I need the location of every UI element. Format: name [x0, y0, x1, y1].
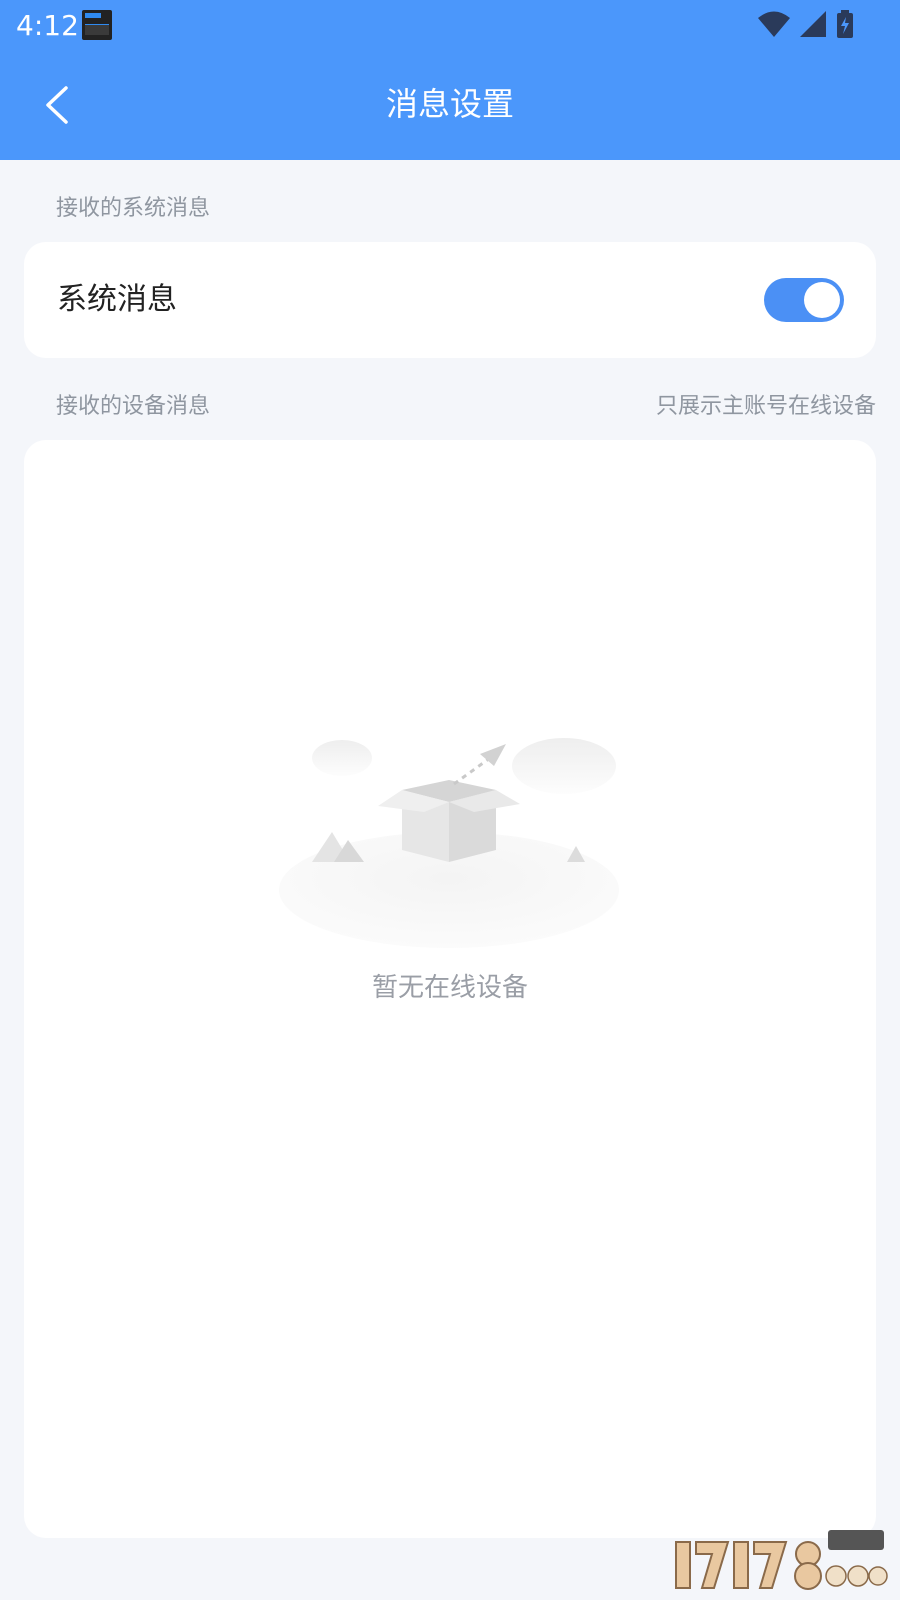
system-message-toggle[interactable]: [764, 278, 844, 322]
status-icons: [758, 10, 854, 38]
battery-charging-icon: [837, 10, 853, 38]
device-section-hint: 只展示主账号在线设备: [655, 394, 876, 419]
header: 4:12 消息设置: [0, 0, 900, 160]
watermark-logo: [670, 1528, 890, 1596]
system-section-label: 接收的系统消息: [56, 196, 211, 221]
system-message-card: 系统消息: [24, 242, 876, 358]
status-time: 4:12: [16, 9, 79, 42]
notification-app-icon: [82, 10, 112, 40]
page-title: 消息设置: [385, 85, 514, 123]
system-message-title: 系统消息: [57, 282, 177, 317]
empty-state-text: 暂无在线设备: [371, 973, 528, 1003]
empty-box-icon: [279, 738, 619, 948]
signal-icon: [800, 11, 826, 37]
toggle-knob: [804, 282, 840, 318]
device-section-label: 接收的设备消息: [56, 394, 211, 419]
wifi-icon: [758, 11, 790, 37]
device-list-card: 暂无在线设备: [24, 440, 876, 1538]
